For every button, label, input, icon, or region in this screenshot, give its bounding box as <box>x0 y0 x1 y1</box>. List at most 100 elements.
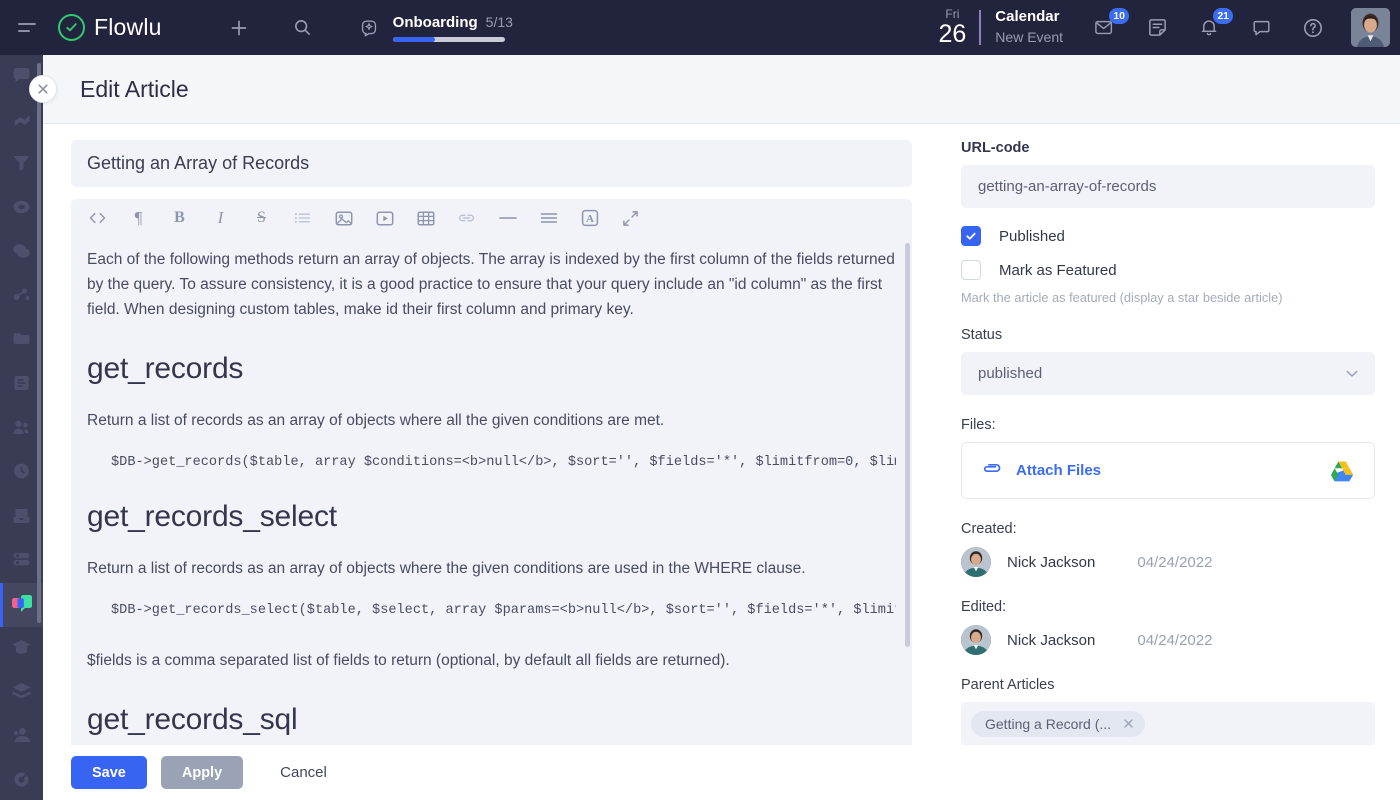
article-title-value: Getting an Array of Records <box>87 153 310 173</box>
editor-document[interactable]: Each of the following methods return an … <box>71 237 912 777</box>
italic-icon: I <box>217 208 224 227</box>
horizontal-rule-button[interactable] <box>487 201 528 235</box>
onboarding-title: Onboarding <box>392 13 478 31</box>
current-weekday: Fri <box>945 7 960 21</box>
main-content: Getting an Array of Records ¶ B I S A Ea… <box>43 124 1400 800</box>
avatar <box>961 547 991 577</box>
featured-checkbox-row[interactable]: Mark as Featured <box>961 260 1375 280</box>
fullscreen-button[interactable] <box>610 201 651 235</box>
action-bar: Save Apply Cancel <box>43 745 1400 800</box>
code-view-button[interactable] <box>77 201 118 235</box>
bell-badge: 21 <box>1213 7 1233 24</box>
calendar-subtitle: New Event <box>995 29 1063 46</box>
app-logo[interactable]: Flowlu <box>58 14 162 41</box>
chat-icon[interactable] <box>1245 12 1277 44</box>
onboarding-progress[interactable]: Onboarding 5/13 <box>356 14 513 42</box>
rail-scrollbar[interactable] <box>37 63 41 623</box>
help-icon[interactable] <box>1297 12 1329 44</box>
attach-files-box[interactable]: Attach Files <box>961 442 1375 499</box>
close-icon[interactable] <box>29 75 57 103</box>
editor-vertical-scroll-thumb[interactable] <box>905 243 910 647</box>
top-navigation-bar: Flowlu Onboarding 5/13 Fri 26 Calendar N… <box>0 0 1400 55</box>
created-by-row: Nick Jackson 04/24/2022 <box>961 547 1375 577</box>
insert-link-button[interactable] <box>446 201 487 235</box>
featured-checkbox[interactable] <box>961 260 981 280</box>
status-select[interactable]: published <box>961 352 1375 395</box>
insert-image-button[interactable] <box>323 201 364 235</box>
agent-icon <box>10 724 33 751</box>
status-value: published <box>978 365 1043 382</box>
created-label: Created: <box>961 521 1017 537</box>
bell-icon[interactable]: 21 <box>1193 7 1233 44</box>
article-title-input[interactable]: Getting an Array of Records <box>71 140 912 187</box>
clock-icon <box>10 460 33 487</box>
editor-column: Getting an Array of Records ¶ B I S A Ea… <box>43 124 940 800</box>
bold-icon: B <box>174 209 185 226</box>
parent-articles-input[interactable]: Getting a Record (... <box>961 702 1375 746</box>
paragraph-button[interactable]: ¶ <box>118 201 159 235</box>
paragraph-fields: $fields is a comma separated list of fie… <box>87 652 730 669</box>
layers-icon <box>10 680 33 707</box>
sparkle-badge-icon <box>356 15 382 41</box>
intro-paragraph: Each of the following methods return an … <box>87 251 895 318</box>
published-label: Published <box>999 227 1065 245</box>
app-logo-text: Flowlu <box>94 14 162 40</box>
calendar-widget[interactable]: Calendar New Event <box>981 8 1063 46</box>
files-field: Files: Attach Files <box>961 417 1375 499</box>
left-icon-rail <box>0 55 43 800</box>
published-checkbox-row[interactable]: Published <box>961 226 1375 246</box>
italic-button[interactable]: I <box>200 201 241 235</box>
font-style-button[interactable]: A <box>569 201 610 235</box>
bullet-list-button[interactable] <box>282 201 323 235</box>
onboarding-body: Onboarding 5/13 <box>392 14 513 42</box>
mail-icon[interactable]: 10 <box>1089 7 1129 44</box>
plus-icon[interactable] <box>224 13 254 43</box>
top-bar-right: Fri 26 Calendar New Event 10 21 <box>938 0 1400 55</box>
apply-button[interactable]: Apply <box>160 756 244 789</box>
onboarding-progress-bar <box>392 36 505 42</box>
edited-label: Edited: <box>961 599 1007 615</box>
page-header: Edit Article <box>29 55 1400 124</box>
sidebar-item-academy[interactable] <box>0 627 43 671</box>
search-icon[interactable] <box>288 13 318 43</box>
editor-vertical-scrollbar[interactable] <box>903 199 912 777</box>
published-checkbox[interactable] <box>961 226 981 246</box>
featured-label: Mark as Featured <box>999 261 1117 279</box>
edited-by-row: Nick Jackson 04/24/2022 <box>961 625 1375 655</box>
hamburger-line <box>18 23 36 25</box>
top-bar-actions: 10 21 <box>1089 7 1329 44</box>
insert-video-button[interactable] <box>364 201 405 235</box>
cancel-button[interactable]: Cancel <box>259 756 348 789</box>
user-avatar[interactable] <box>1351 8 1390 47</box>
parent-article-tag-label: Getting a Record (... <box>985 716 1112 732</box>
onboarding-row: Onboarding 5/13 <box>393 14 513 31</box>
avatar <box>961 625 991 655</box>
close-icon[interactable] <box>1123 716 1134 732</box>
bold-button[interactable]: B <box>159 201 200 235</box>
url-code-input[interactable]: getting-an-array-of-records <box>961 165 1375 208</box>
calendar-title: Calendar <box>995 8 1060 26</box>
rich-text-editor: ¶ B I S A Each of the following methods … <box>71 199 912 777</box>
url-code-label: URL-code <box>961 140 1030 156</box>
funnel-icon <box>10 152 33 179</box>
hamburger-menu-icon[interactable] <box>18 15 44 41</box>
cards-icon <box>10 548 33 575</box>
google-drive-icon[interactable] <box>1330 460 1354 482</box>
pilcrow-icon: ¶ <box>134 208 143 227</box>
sidebar-item-reports[interactable] <box>0 671 43 715</box>
save-button[interactable]: Save <box>71 756 147 789</box>
notes-icon[interactable] <box>1141 12 1173 44</box>
insert-table-button[interactable] <box>405 201 446 235</box>
heading-get-records-sql: get_records_sql <box>87 703 298 736</box>
target-icon <box>10 768 33 795</box>
align-button[interactable] <box>528 201 569 235</box>
parent-article-tag[interactable]: Getting a Record (... <box>971 711 1146 737</box>
edited-date: 04/24/2022 <box>1137 631 1213 649</box>
sidebar-item-agents[interactable] <box>0 715 43 759</box>
sidebar-item-goals[interactable] <box>0 759 43 800</box>
code-get-records: $DB->get_records($table, array $conditio… <box>111 455 896 470</box>
flowlu-check-shield-icon <box>58 14 85 41</box>
code-get-records-select: $DB->get_records_select($table, $select,… <box>111 603 896 618</box>
current-date: Fri 26 <box>938 8 979 47</box>
strikethrough-button[interactable]: S <box>241 201 282 235</box>
